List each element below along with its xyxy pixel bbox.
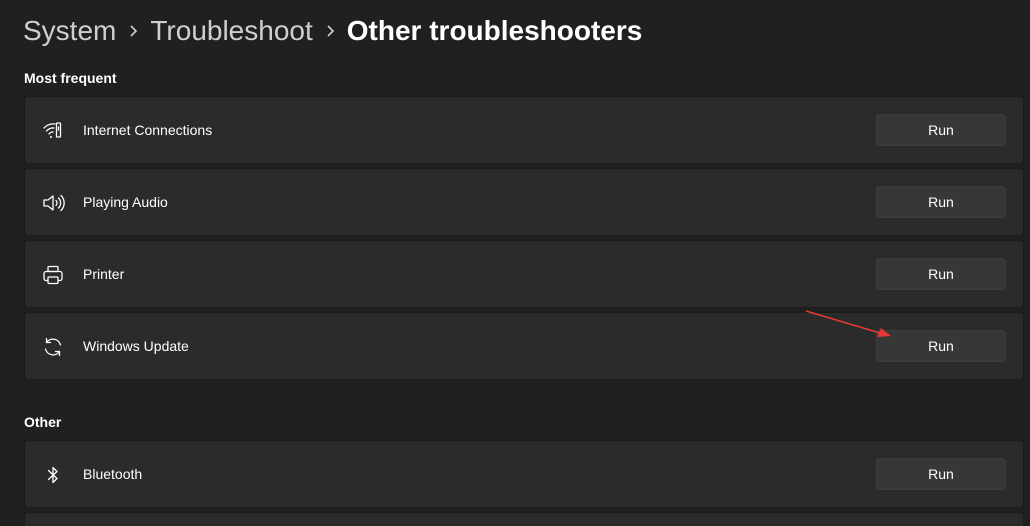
breadcrumb-troubleshoot[interactable]: Troubleshoot <box>150 12 312 50</box>
section-title-other: Other <box>24 414 62 430</box>
sync-icon <box>41 335 65 359</box>
section-title-most-frequent: Most frequent <box>24 70 117 86</box>
printer-icon <box>41 263 65 287</box>
troubleshooter-label: Playing Audio <box>83 194 168 210</box>
wifi-network-icon <box>41 119 65 143</box>
chevron-right-icon <box>313 12 347 50</box>
run-button-printer[interactable]: Run <box>876 258 1006 290</box>
bluetooth-icon <box>41 463 65 487</box>
troubleshooter-label: Printer <box>83 266 125 282</box>
breadcrumb-system[interactable]: System <box>23 12 116 50</box>
troubleshooter-bluetooth: Bluetooth Run <box>24 440 1024 508</box>
troubleshooter-label: Windows Update <box>83 338 189 354</box>
run-button-bluetooth[interactable]: Run <box>876 458 1006 490</box>
chevron-right-icon <box>116 12 150 50</box>
troubleshooter-label: Internet Connections <box>83 122 213 138</box>
speaker-icon <box>41 191 65 215</box>
troubleshooter-label: Bluetooth <box>83 466 143 482</box>
troubleshooter-windows-update: Windows Update Run <box>24 312 1024 380</box>
troubleshooter-card-partial <box>24 512 1024 526</box>
troubleshooter-playing-audio: Playing Audio Run <box>24 168 1024 236</box>
run-button-playing-audio[interactable]: Run <box>876 186 1006 218</box>
run-button-internet-connections[interactable]: Run <box>876 114 1006 146</box>
run-button-windows-update[interactable]: Run <box>876 330 1006 362</box>
page-title: Other troubleshooters <box>346 15 643 46</box>
breadcrumb: System Troubleshoot Other troubleshooter… <box>23 12 642 50</box>
troubleshooter-printer: Printer Run <box>24 240 1024 308</box>
troubleshooter-internet-connections: Internet Connections Run <box>24 96 1024 164</box>
